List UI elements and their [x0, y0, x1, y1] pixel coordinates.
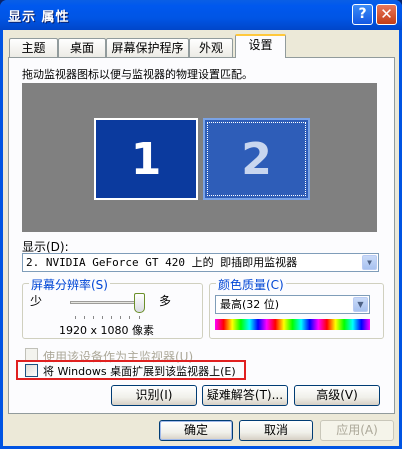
slider-tick [84, 316, 85, 319]
resolution-slider-track[interactable] [70, 301, 141, 304]
dialog-client-area: 主题 桌面 屏幕保护程序 外观 设置 拖动监视器图标以便与监视器的物理设置匹配。… [3, 30, 399, 446]
tab-screensaver[interactable]: 屏幕保护程序 [106, 38, 189, 57]
chevron-down-icon[interactable]: ▼ [362, 255, 377, 270]
monitor-2-icon[interactable]: 2 [203, 118, 310, 200]
slider-tick [120, 316, 121, 319]
resolution-less-label: 少 [30, 294, 43, 308]
settings-panel: 拖动监视器图标以便与监视器的物理设置匹配。 1 2 显示(D): 2. NVID… [8, 57, 395, 414]
extend-desktop-label[interactable]: 将 Windows 桌面扩展到该监视器上(E) [43, 363, 236, 379]
color-quality-group-title: 颜色质量(C) [216, 276, 286, 293]
cancel-button[interactable]: 取消 [239, 420, 313, 441]
tab-themes[interactable]: 主题 [9, 38, 58, 57]
color-quality-value: 最高(32 位) [220, 298, 280, 311]
tab-appearance[interactable]: 外观 [189, 38, 233, 57]
monitor-arrangement-area: 1 2 [22, 83, 377, 232]
monitor-1-icon[interactable]: 1 [94, 118, 198, 200]
color-quality-dropdown[interactable]: 最高(32 位) ▼ [215, 295, 370, 314]
slider-tick [93, 316, 94, 319]
resolution-value: 1920 x 1080 像素 [59, 324, 154, 337]
resolution-group-title: 屏幕分辨率(S) [29, 276, 110, 293]
color-spectrum-bar [215, 319, 370, 330]
tab-desktop[interactable]: 桌面 [58, 38, 106, 57]
ok-button[interactable]: 确定 [159, 420, 233, 441]
display-properties-window: 显示 属性 ? ✕ 主题 桌面 屏幕保护程序 外观 设置 拖动监视器图标以便与监… [0, 0, 402, 449]
help-button[interactable]: ? [352, 4, 373, 25]
display-dropdown[interactable]: 2. NVIDIA GeForce GT 420 上的 即插即用监视器 ▼ [22, 253, 379, 272]
window-title: 显示 属性 [8, 10, 70, 25]
resolution-slider-thumb[interactable] [134, 293, 145, 313]
identify-button[interactable]: 识别(I) [111, 385, 197, 406]
advanced-button[interactable]: 高级(V) [294, 385, 380, 406]
resolution-more-label: 多 [159, 294, 172, 308]
slider-tick [111, 316, 112, 319]
slider-tick [102, 316, 103, 319]
tab-settings[interactable]: 设置 [235, 34, 286, 58]
chevron-down-icon[interactable]: ▼ [353, 297, 368, 312]
extend-desktop-checkbox[interactable] [25, 364, 38, 377]
slider-tick [75, 316, 76, 319]
slider-tick [129, 316, 130, 319]
apply-button[interactable]: 应用(A) [320, 420, 394, 441]
troubleshoot-button[interactable]: 疑难解答(T)... [202, 385, 288, 406]
close-button[interactable]: ✕ [376, 4, 397, 25]
instruction-text: 拖动监视器图标以便与监视器的物理设置匹配。 [22, 68, 253, 81]
display-dropdown-value: 2. NVIDIA GeForce GT 420 上的 即插即用监视器 [26, 256, 298, 269]
title-bar[interactable]: 显示 属性 ? ✕ [0, 0, 402, 30]
slider-tick [139, 316, 140, 319]
